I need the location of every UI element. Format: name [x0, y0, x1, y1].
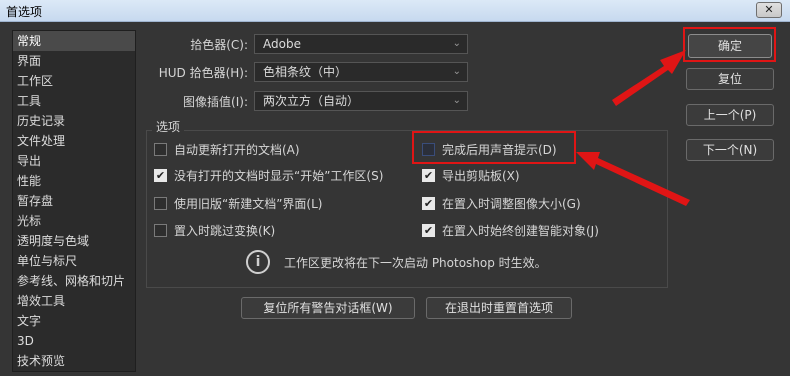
resize-on-place-checkbox[interactable]: ✔ 在置入时调整图像大小(G) [422, 194, 581, 212]
sidebar-item-file-handling[interactable]: 文件处理 [13, 131, 135, 151]
reset-button[interactable]: 复位 [686, 68, 774, 90]
checkbox-label: 在置入时调整图像大小(G) [442, 196, 581, 211]
auto-update-docs-checkbox[interactable]: 自动更新打开的文档(A) [154, 140, 300, 158]
legacy-new-doc-checkbox[interactable]: 使用旧版“新建文档”界面(L) [154, 194, 322, 212]
checkmark-icon: ✔ [154, 168, 167, 182]
export-clipboard-checkbox[interactable]: ✔ 导出剪贴板(X) [422, 166, 520, 184]
sidebar-item-cursors[interactable]: 光标 [13, 211, 135, 231]
hud-color-picker-select[interactable]: 色相条纹（中） ⌄ [254, 62, 468, 82]
skip-transform-checkbox[interactable]: 置入时跳过变换(K) [154, 221, 275, 239]
sidebar-item-workspace[interactable]: 工作区 [13, 71, 135, 91]
sidebar-item-tools[interactable]: 工具 [13, 91, 135, 111]
reset-warnings-button[interactable]: 复位所有警告对话框(W) [241, 297, 415, 319]
sidebar-item-units[interactable]: 单位与标尺 [13, 251, 135, 271]
chevron-down-icon: ⌄ [452, 38, 461, 49]
prev-button[interactable]: 上一个(P) [686, 104, 774, 126]
sidebar-item-interface[interactable]: 界面 [13, 51, 135, 71]
sidebar-item-performance[interactable]: 性能 [13, 171, 135, 191]
workspace-info-text: 工作区更改将在下一次启动 Photoshop 时生效。 [284, 255, 547, 270]
sidebar-item-general[interactable]: 常规 [13, 31, 135, 51]
color-picker-value: Adobe [263, 37, 301, 51]
next-button[interactable]: 下一个(N) [686, 139, 774, 161]
checkmark-icon: ✔ [422, 196, 435, 210]
checkbox-icon [154, 196, 167, 210]
checkbox-label: 在置入时始终创建智能对象(J) [442, 223, 599, 238]
checkbox-label: 使用旧版“新建文档”界面(L) [174, 196, 323, 211]
hud-color-picker-value: 色相条纹（中） [263, 65, 348, 79]
window-titlebar: 首选项 ✕ [0, 0, 790, 22]
sidebar-item-tech-previews[interactable]: 技术预览 [13, 351, 135, 371]
checkbox-label: 导出剪贴板(X) [442, 168, 520, 183]
checkmark-icon: ✔ [422, 168, 435, 182]
chevron-down-icon: ⌄ [452, 95, 461, 106]
smart-object-on-place-checkbox[interactable]: ✔ 在置入时始终创建智能对象(J) [422, 221, 599, 239]
checkmark-icon: ✔ [422, 223, 435, 237]
image-interpolation-select[interactable]: 两次立方（自动） ⌄ [254, 91, 468, 111]
sidebar-item-3d[interactable]: 3D [13, 331, 135, 351]
sidebar-item-guides[interactable]: 参考线、网格和切片 [13, 271, 135, 291]
color-picker-select[interactable]: Adobe ⌄ [254, 34, 468, 54]
sidebar-item-transparency[interactable]: 透明度与色域 [13, 231, 135, 251]
window-title: 首选项 [6, 5, 43, 19]
image-interpolation-value: 两次立方（自动） [263, 94, 360, 108]
sidebar: 常规 界面 工作区 工具 历史记录 文件处理 导出 性能 暂存盘 光标 透明度与… [12, 30, 136, 372]
sidebar-item-export[interactable]: 导出 [13, 151, 135, 171]
arrow-to-ok-icon [612, 50, 686, 106]
sidebar-item-type[interactable]: 文字 [13, 311, 135, 331]
checkbox-label: 没有打开的文档时显示“开始”工作区(S) [174, 168, 384, 183]
options-group-title: 选项 [152, 118, 185, 135]
color-picker-label: 拾色器(C): [190, 38, 248, 52]
chevron-down-icon: ⌄ [452, 66, 461, 77]
info-icon: i [246, 250, 270, 274]
checkbox-label: 置入时跳过变换(K) [174, 223, 276, 238]
checkbox-icon [154, 142, 167, 156]
reset-on-exit-button[interactable]: 在退出时重置首选项 [426, 297, 572, 319]
sidebar-item-history[interactable]: 历史记录 [13, 111, 135, 131]
checkbox-icon [154, 223, 167, 237]
image-interpolation-label: 图像插值(I): [183, 95, 248, 109]
sidebar-item-scratch-disks[interactable]: 暂存盘 [13, 191, 135, 211]
workspace-info: i 工作区更改将在下一次启动 Photoshop 时生效。 [246, 250, 547, 274]
ok-highlight-box [683, 27, 776, 62]
sidebar-item-plugins[interactable]: 增效工具 [13, 291, 135, 311]
beep-highlight-box [412, 131, 576, 164]
show-start-workspace-checkbox[interactable]: ✔ 没有打开的文档时显示“开始”工作区(S) [154, 166, 383, 184]
close-button[interactable]: ✕ [756, 2, 782, 18]
checkbox-label: 自动更新打开的文档(A) [174, 142, 300, 157]
hud-color-picker-label: HUD 拾色器(H): [158, 66, 248, 80]
